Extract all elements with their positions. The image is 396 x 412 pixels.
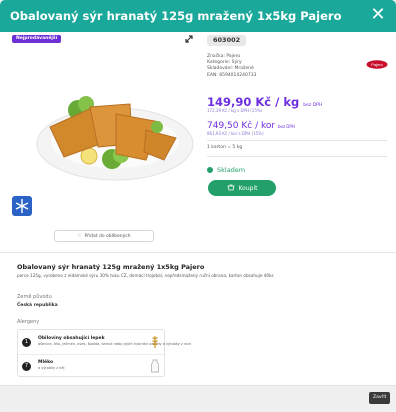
allergen-item: 1 Obiloviny obsahující lepek pšenice, ži… xyxy=(18,331,191,353)
pack-divider xyxy=(207,156,387,157)
add-to-favorites-label: Přidat do oblíbených xyxy=(84,233,131,239)
origin-label: Země původu xyxy=(17,294,52,300)
price-per-box-vat: 861,93 Kč / kor s DPH (15%) xyxy=(207,131,264,136)
add-to-favorites-button[interactable]: ♡ Přidat do oblíbených xyxy=(54,230,154,242)
buy-label: Koupit xyxy=(238,184,258,192)
in-stock-icon xyxy=(207,167,213,173)
frozen-product-icon xyxy=(12,196,32,216)
allergen-label: Alergeny xyxy=(17,319,40,325)
stock-status: Skladem xyxy=(207,166,245,174)
allergen-list: 1 Obiloviny obsahující lepek pšenice, ži… xyxy=(17,329,191,377)
close-icon[interactable]: ✕ xyxy=(368,5,388,25)
price-per-kg-vat: 172,39 Kč / kg s DPH (15%) xyxy=(207,108,263,113)
allergen-name: Obiloviny obsahující lepek xyxy=(38,336,105,341)
modal-title: Obalovaný sýr hranatý 125g mražený 1x5kg… xyxy=(10,9,342,23)
description-title: Obalovaný sýr hranatý 125g mražený 1x5kg… xyxy=(17,263,205,271)
allergen-description: a výrobky z něj xyxy=(38,366,65,370)
description-text: porce 125g, vyrobeno z eidamské sýru 30%… xyxy=(17,273,274,278)
allergen-number: 7 xyxy=(22,362,31,371)
price-per-box-note: bez DPH xyxy=(277,124,295,129)
pack-info: 1 karton = 5 kg xyxy=(207,145,243,150)
product-image xyxy=(36,96,194,181)
meta-ean: EAN: 8594014240733 xyxy=(207,72,257,78)
origin-value: Česká republika xyxy=(17,303,58,308)
product-detail-modal: Obalovaný sýr hranatý 125g mražený 1x5kg… xyxy=(0,0,396,412)
allergen-name: Mléko xyxy=(38,360,54,365)
cart-icon xyxy=(227,184,235,191)
price-per-kg-value: 149,90 Kč / kg xyxy=(207,95,300,109)
modal-footer xyxy=(0,385,396,412)
price-per-kg: 149,90 Kč / kg bez DPH xyxy=(207,95,322,109)
grain-icon xyxy=(152,336,158,348)
product-meta: Značka: Pajero Kategorie: Sýry Skladován… xyxy=(207,54,256,79)
milk-icon xyxy=(151,359,159,373)
close-button[interactable]: Zavřít xyxy=(369,392,391,404)
price-divider xyxy=(207,140,387,141)
pajero-logo: Pajero xyxy=(366,60,388,69)
price-per-kg-note: bez DPH xyxy=(303,103,323,108)
allergen-item: 7 Mléko a výrobky z něj xyxy=(18,354,166,376)
price-per-box: 749,50 Kč / kor bez DPH xyxy=(207,121,295,131)
stock-label: Skladem xyxy=(217,166,246,174)
section-divider xyxy=(0,252,396,253)
svg-text:Pajero: Pajero xyxy=(371,62,383,67)
bestseller-badge: Nejprodávanější xyxy=(12,35,62,43)
heart-icon: ♡ xyxy=(77,233,82,239)
price-per-box-value: 749,50 Kč / kor xyxy=(207,121,276,131)
modal-header: Obalovaný sýr hranatý 125g mražený 1x5kg… xyxy=(0,0,396,32)
product-code: 603002 xyxy=(207,35,247,46)
meta-storage: Skladování: Mražené xyxy=(207,66,254,72)
allergen-number: 1 xyxy=(22,338,31,347)
expand-icon[interactable] xyxy=(184,34,194,44)
allergen-description: pšenice, žito, ječmen, oves, špalda, kam… xyxy=(38,342,192,346)
buy-button[interactable]: Koupit xyxy=(208,180,276,196)
